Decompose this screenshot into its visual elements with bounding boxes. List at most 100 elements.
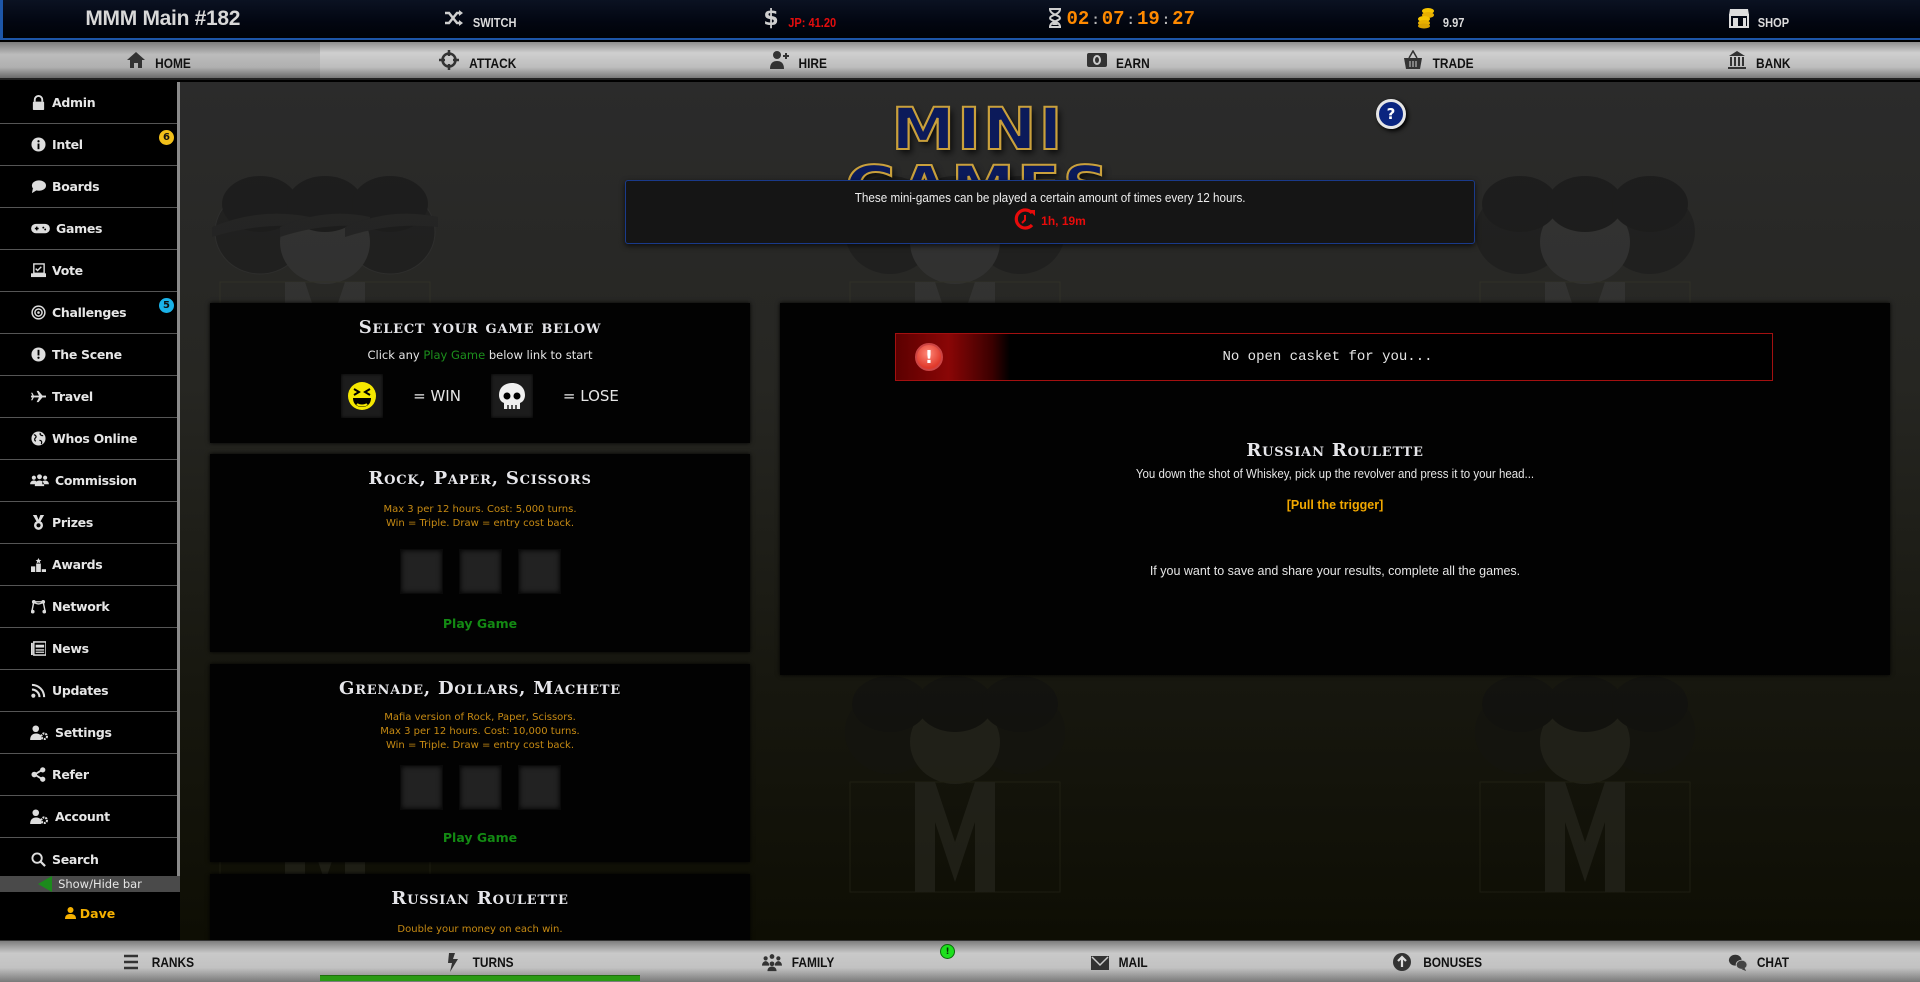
nav-chat[interactable]: CHAT: [1600, 941, 1920, 982]
sidebar-item-refer[interactable]: Refer: [0, 754, 177, 796]
choice-tile-1[interactable]: [399, 549, 443, 594]
user-gear-icon: [30, 809, 49, 825]
nav-trade[interactable]: TRADE: [1280, 42, 1600, 78]
jackpot-cell[interactable]: $ JP: 41.20: [642, 0, 962, 38]
notification-badge[interactable]: !: [940, 944, 955, 959]
sidebar-item-games[interactable]: Games: [0, 208, 177, 250]
coins-cell[interactable]: 9.97: [1281, 0, 1601, 38]
sidebar-item-label: Search: [52, 851, 99, 867]
sidebar-item-label: Games: [56, 221, 103, 236]
sidebar-item-prizes[interactable]: Prizes: [0, 502, 177, 544]
sidebar-item-account[interactable]: Account: [0, 796, 177, 838]
result-note: If you want to save and share your resul…: [1149, 564, 1521, 578]
reset-time-value: 1h, 19m: [1041, 213, 1086, 228]
user-profile-link[interactable]: Dave: [0, 904, 180, 923]
jackpot-value: JP: 41.20: [787, 14, 836, 30]
pull-trigger-link[interactable]: [Pull the trigger]: [1287, 498, 1384, 512]
search-icon: [30, 851, 46, 867]
crosshair-icon: [439, 50, 460, 70]
sidebar-item-vote[interactable]: Vote: [0, 250, 177, 292]
result-title: Russian Roulette: [1246, 440, 1424, 461]
sidebar-item-admin[interactable]: Admin: [0, 82, 177, 124]
choice-tiles: [210, 765, 750, 810]
sidebar-item-awards[interactable]: Awards: [0, 544, 177, 586]
sidebar-item-the-scene[interactable]: The Scene: [0, 334, 177, 376]
sidebar-item-label: Vote: [52, 263, 83, 278]
sidebar-item-settings[interactable]: Settings: [0, 712, 177, 754]
user-plus-icon: [770, 50, 790, 70]
reset-timer: 1h, 19m: [1014, 207, 1086, 234]
sidebar-item-challenges[interactable]: Challenges 5: [0, 292, 177, 334]
chat-icon: [1728, 952, 1748, 972]
lock-icon: [30, 95, 46, 111]
sidebar-item-travel[interactable]: Travel: [0, 376, 177, 418]
game-rule-line: Win = Triple. Draw = entry cost back.: [385, 740, 575, 751]
nav-earn[interactable]: EARN: [960, 42, 1280, 78]
show-hide-bar-toggle[interactable]: Show/Hide bar: [0, 876, 180, 892]
sidebar-item-label: The Scene: [52, 347, 122, 362]
nav-attack[interactable]: ATTACK: [320, 42, 640, 78]
select-game-panel: Select your game below Click any Play Ga…: [210, 303, 750, 443]
nav-turns-label: TURNS: [472, 953, 514, 970]
play-game-link[interactable]: Play Game: [443, 616, 517, 631]
switch-label: SWITCH: [472, 14, 517, 30]
nav-bank[interactable]: BANK: [1600, 42, 1920, 78]
sidebar-item-label: Settings: [55, 725, 112, 740]
play-game-link[interactable]: Play Game: [443, 830, 517, 845]
sidebar-item-updates[interactable]: Updates: [0, 670, 177, 712]
nav-hire[interactable]: HIRE: [640, 42, 960, 78]
select-panel-title: Select your game below: [358, 317, 602, 338]
win-tile: [341, 374, 384, 418]
error-alert: ! No open casket for you...: [895, 333, 1773, 381]
sidebar-item-intel[interactable]: Intel 6: [0, 124, 177, 166]
timer-hours: 07: [1101, 8, 1125, 30]
sidebar-item-search[interactable]: Search: [0, 838, 177, 880]
shop-label: SHOP: [1758, 14, 1790, 30]
nav-family[interactable]: FAMILY: [640, 941, 960, 982]
choice-tile-2[interactable]: [458, 549, 502, 594]
choice-tile-3[interactable]: [517, 549, 561, 594]
mail-icon: [1090, 952, 1110, 972]
nav-ranks[interactable]: RANKS: [0, 941, 320, 982]
show-hide-label: Show/Hide bar: [58, 877, 142, 891]
help-button[interactable]: ?: [1376, 99, 1406, 129]
sidebar-item-news[interactable]: News: [0, 628, 177, 670]
plane-icon: [30, 389, 46, 405]
hourglass-icon: [1048, 7, 1062, 31]
win-lose-legend: = WIN = LOSE: [210, 374, 750, 418]
result-description: You down the shot of Whiskey, pick up th…: [1135, 467, 1535, 481]
game-panel-rock-paper-scissors: Rock, Paper, Scissors Max 3 per 12 hours…: [210, 454, 750, 652]
switch-button[interactable]: SWITCH: [323, 0, 643, 38]
win-label: = WIN: [413, 387, 461, 405]
challenges-badge: 5: [159, 298, 174, 314]
sidebar-item-commission[interactable]: Commission: [0, 460, 177, 502]
sidebar-item-whos-online[interactable]: Whos Online: [0, 418, 177, 460]
nav-mail[interactable]: MAIL: [960, 941, 1280, 982]
timer-seconds: 27: [1172, 8, 1195, 30]
game-rule-line: Double your money on each win.: [397, 924, 563, 935]
nav-ranks-label: RANKS: [151, 953, 195, 970]
timer-minutes: 19: [1136, 8, 1160, 30]
choice-tile-2[interactable]: [458, 765, 502, 810]
choice-tile-3[interactable]: [517, 765, 561, 810]
nav-bonuses[interactable]: BONUSES: [1280, 941, 1600, 982]
alert-message: No open casket for you...: [1222, 349, 1433, 365]
nav-bonuses-label: BONUSES: [1423, 953, 1483, 970]
sidebar-item-boards[interactable]: Boards: [0, 166, 177, 208]
users-icon: [30, 473, 49, 489]
nav-mail-label: MAIL: [1118, 953, 1148, 970]
family-icon: [761, 952, 782, 972]
info-text: These mini-games can be played a certain…: [854, 190, 1246, 205]
sidebar-item-label: Admin: [52, 95, 96, 110]
username: Dave: [79, 906, 116, 921]
newspaper-icon: [30, 641, 46, 657]
nav-home[interactable]: HOME: [0, 42, 320, 78]
game-rule-line: Win = Triple. Draw = entry cost back.: [385, 518, 575, 529]
shop-button[interactable]: SHOP: [1601, 0, 1920, 38]
top-status-bar: MMM Main #182 SWITCH $ JP: 41.20 02:07:1…: [0, 0, 1920, 40]
home-icon: [126, 50, 146, 70]
ballot-icon: [30, 263, 46, 279]
choice-tile-1[interactable]: [399, 765, 443, 810]
sidebar-item-network[interactable]: Network: [0, 586, 177, 628]
nav-earn-label: EARN: [1116, 55, 1150, 71]
